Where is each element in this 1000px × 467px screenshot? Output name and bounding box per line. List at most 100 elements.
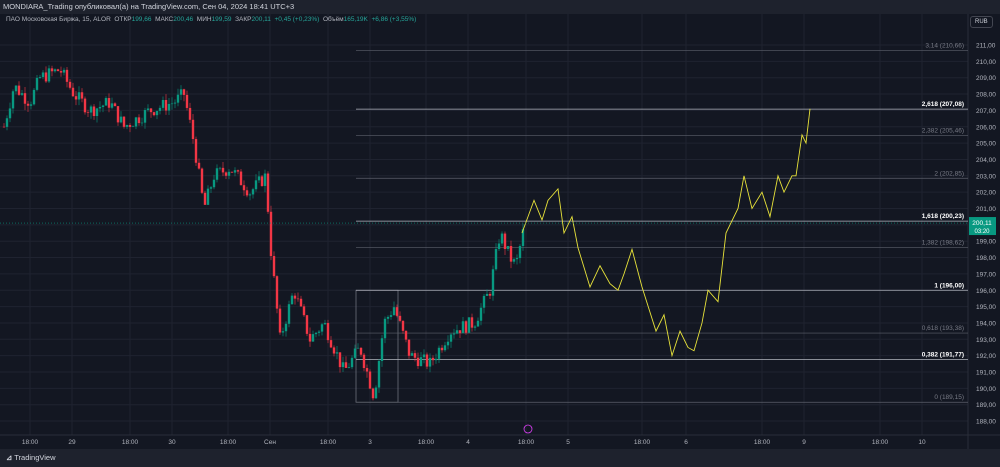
x-tick-label: 18:00 bbox=[872, 439, 889, 446]
x-tick-label: 18:00 bbox=[518, 439, 535, 446]
close-value: 200,11 bbox=[251, 16, 271, 23]
candle-body bbox=[152, 112, 156, 116]
x-tick-label: 18:00 bbox=[320, 439, 337, 446]
projection-path bbox=[521, 108, 811, 358]
candle-body bbox=[341, 362, 345, 368]
candle-body bbox=[5, 118, 9, 127]
candle-body bbox=[242, 185, 246, 191]
candle-body bbox=[320, 324, 324, 332]
candle-body bbox=[251, 189, 255, 195]
candle-body bbox=[392, 307, 396, 316]
candle-body bbox=[80, 92, 84, 99]
candle-body bbox=[218, 167, 222, 169]
candle-body bbox=[419, 357, 423, 367]
candle-body bbox=[428, 357, 432, 367]
x-tick-label: 18:00 bbox=[754, 439, 771, 446]
candle-body bbox=[167, 103, 171, 111]
candle-body bbox=[221, 167, 225, 173]
currency-button[interactable]: RUB bbox=[970, 16, 993, 28]
candle-body bbox=[32, 89, 36, 105]
y-tick-label: 191,00 bbox=[976, 370, 996, 377]
candle-body bbox=[170, 103, 174, 105]
candle-body bbox=[101, 105, 105, 107]
y-tick-label: 205,00 bbox=[976, 141, 996, 148]
x-tick-label: 4 bbox=[466, 439, 470, 446]
candle-body bbox=[191, 119, 195, 140]
y-tick-label: 199,00 bbox=[976, 239, 996, 246]
candle-body bbox=[311, 334, 315, 342]
candle-body bbox=[209, 187, 213, 189]
candle-body bbox=[410, 353, 414, 356]
candle-body bbox=[503, 233, 507, 249]
candle-body bbox=[368, 371, 372, 389]
candle-body bbox=[269, 211, 273, 257]
candle-body bbox=[308, 333, 312, 342]
footer: ⊿ TradingView bbox=[0, 449, 1000, 467]
fib-level-label: 1 (196,00) bbox=[934, 282, 964, 289]
fib-level-label: 0,618 (193,38) bbox=[922, 325, 964, 332]
candle-body bbox=[41, 72, 45, 78]
x-tick-label: 9 bbox=[802, 439, 806, 446]
fib-level-label: 2,618 (207,08) bbox=[922, 101, 964, 108]
candle-body bbox=[464, 321, 468, 333]
change-value: +0,45 (+0,23%) bbox=[274, 16, 320, 23]
candle-body bbox=[293, 295, 297, 299]
candle-body bbox=[260, 176, 264, 186]
volume-value: 165,19K bbox=[343, 16, 368, 23]
candle-body bbox=[146, 108, 150, 111]
candle-body bbox=[473, 326, 477, 328]
candle-body bbox=[395, 307, 399, 316]
volume-change: +6,86 (+3,55%) bbox=[371, 16, 417, 23]
y-tick-label: 198,00 bbox=[976, 255, 996, 262]
candle-body bbox=[20, 93, 24, 95]
fib-level-label: 0 (189,15) bbox=[934, 394, 964, 401]
candle-body bbox=[377, 361, 381, 388]
candle-body bbox=[500, 233, 504, 244]
candle-body bbox=[23, 93, 27, 104]
candle-body bbox=[140, 122, 144, 124]
x-tick-label: 3 bbox=[368, 439, 372, 446]
candle-body bbox=[362, 354, 366, 369]
candle-body bbox=[122, 116, 126, 127]
candle-body bbox=[452, 333, 456, 335]
candle-body bbox=[248, 194, 252, 196]
low-label: МИН bbox=[196, 16, 212, 23]
candle-body bbox=[398, 315, 402, 321]
candle-body bbox=[8, 108, 12, 119]
y-tick-label: 202,00 bbox=[976, 190, 996, 197]
candle-body bbox=[53, 69, 57, 72]
candle-body bbox=[161, 99, 165, 108]
candle-body bbox=[371, 388, 375, 399]
candle-body bbox=[86, 112, 90, 113]
candle-body bbox=[266, 173, 270, 212]
candle-body bbox=[278, 308, 282, 333]
high-label: МАКС bbox=[155, 16, 174, 23]
candle-body bbox=[494, 249, 498, 270]
candle-body bbox=[173, 102, 177, 104]
candle-body bbox=[479, 307, 483, 321]
candle-body bbox=[332, 347, 336, 354]
x-tick-label: 18:00 bbox=[122, 439, 139, 446]
candle-body bbox=[470, 317, 474, 328]
candle-body bbox=[374, 387, 378, 399]
y-tick-label: 193,00 bbox=[976, 337, 996, 344]
candle-body bbox=[497, 243, 501, 250]
candle-body bbox=[104, 98, 108, 106]
candle-body bbox=[92, 106, 96, 117]
candle-body bbox=[95, 108, 99, 117]
candle-body bbox=[254, 180, 258, 190]
candle-body bbox=[335, 352, 339, 354]
candle-body bbox=[518, 246, 522, 259]
candle-body bbox=[476, 320, 480, 327]
y-tick-label: 211,00 bbox=[976, 43, 996, 50]
candle-body bbox=[239, 171, 243, 186]
candle-body bbox=[47, 68, 51, 82]
candle-body bbox=[245, 190, 249, 196]
candle-body bbox=[107, 98, 111, 108]
price-chart: 211,00 210,00 209,00 208,00 207,00 206,00 205,… bbox=[0, 14, 1000, 449]
candle-body bbox=[350, 357, 354, 368]
y-tick-label: 201,00 bbox=[976, 206, 996, 213]
y-tick-label: 189,00 bbox=[976, 402, 996, 409]
candle-body bbox=[50, 68, 54, 72]
candle-body bbox=[68, 81, 72, 88]
